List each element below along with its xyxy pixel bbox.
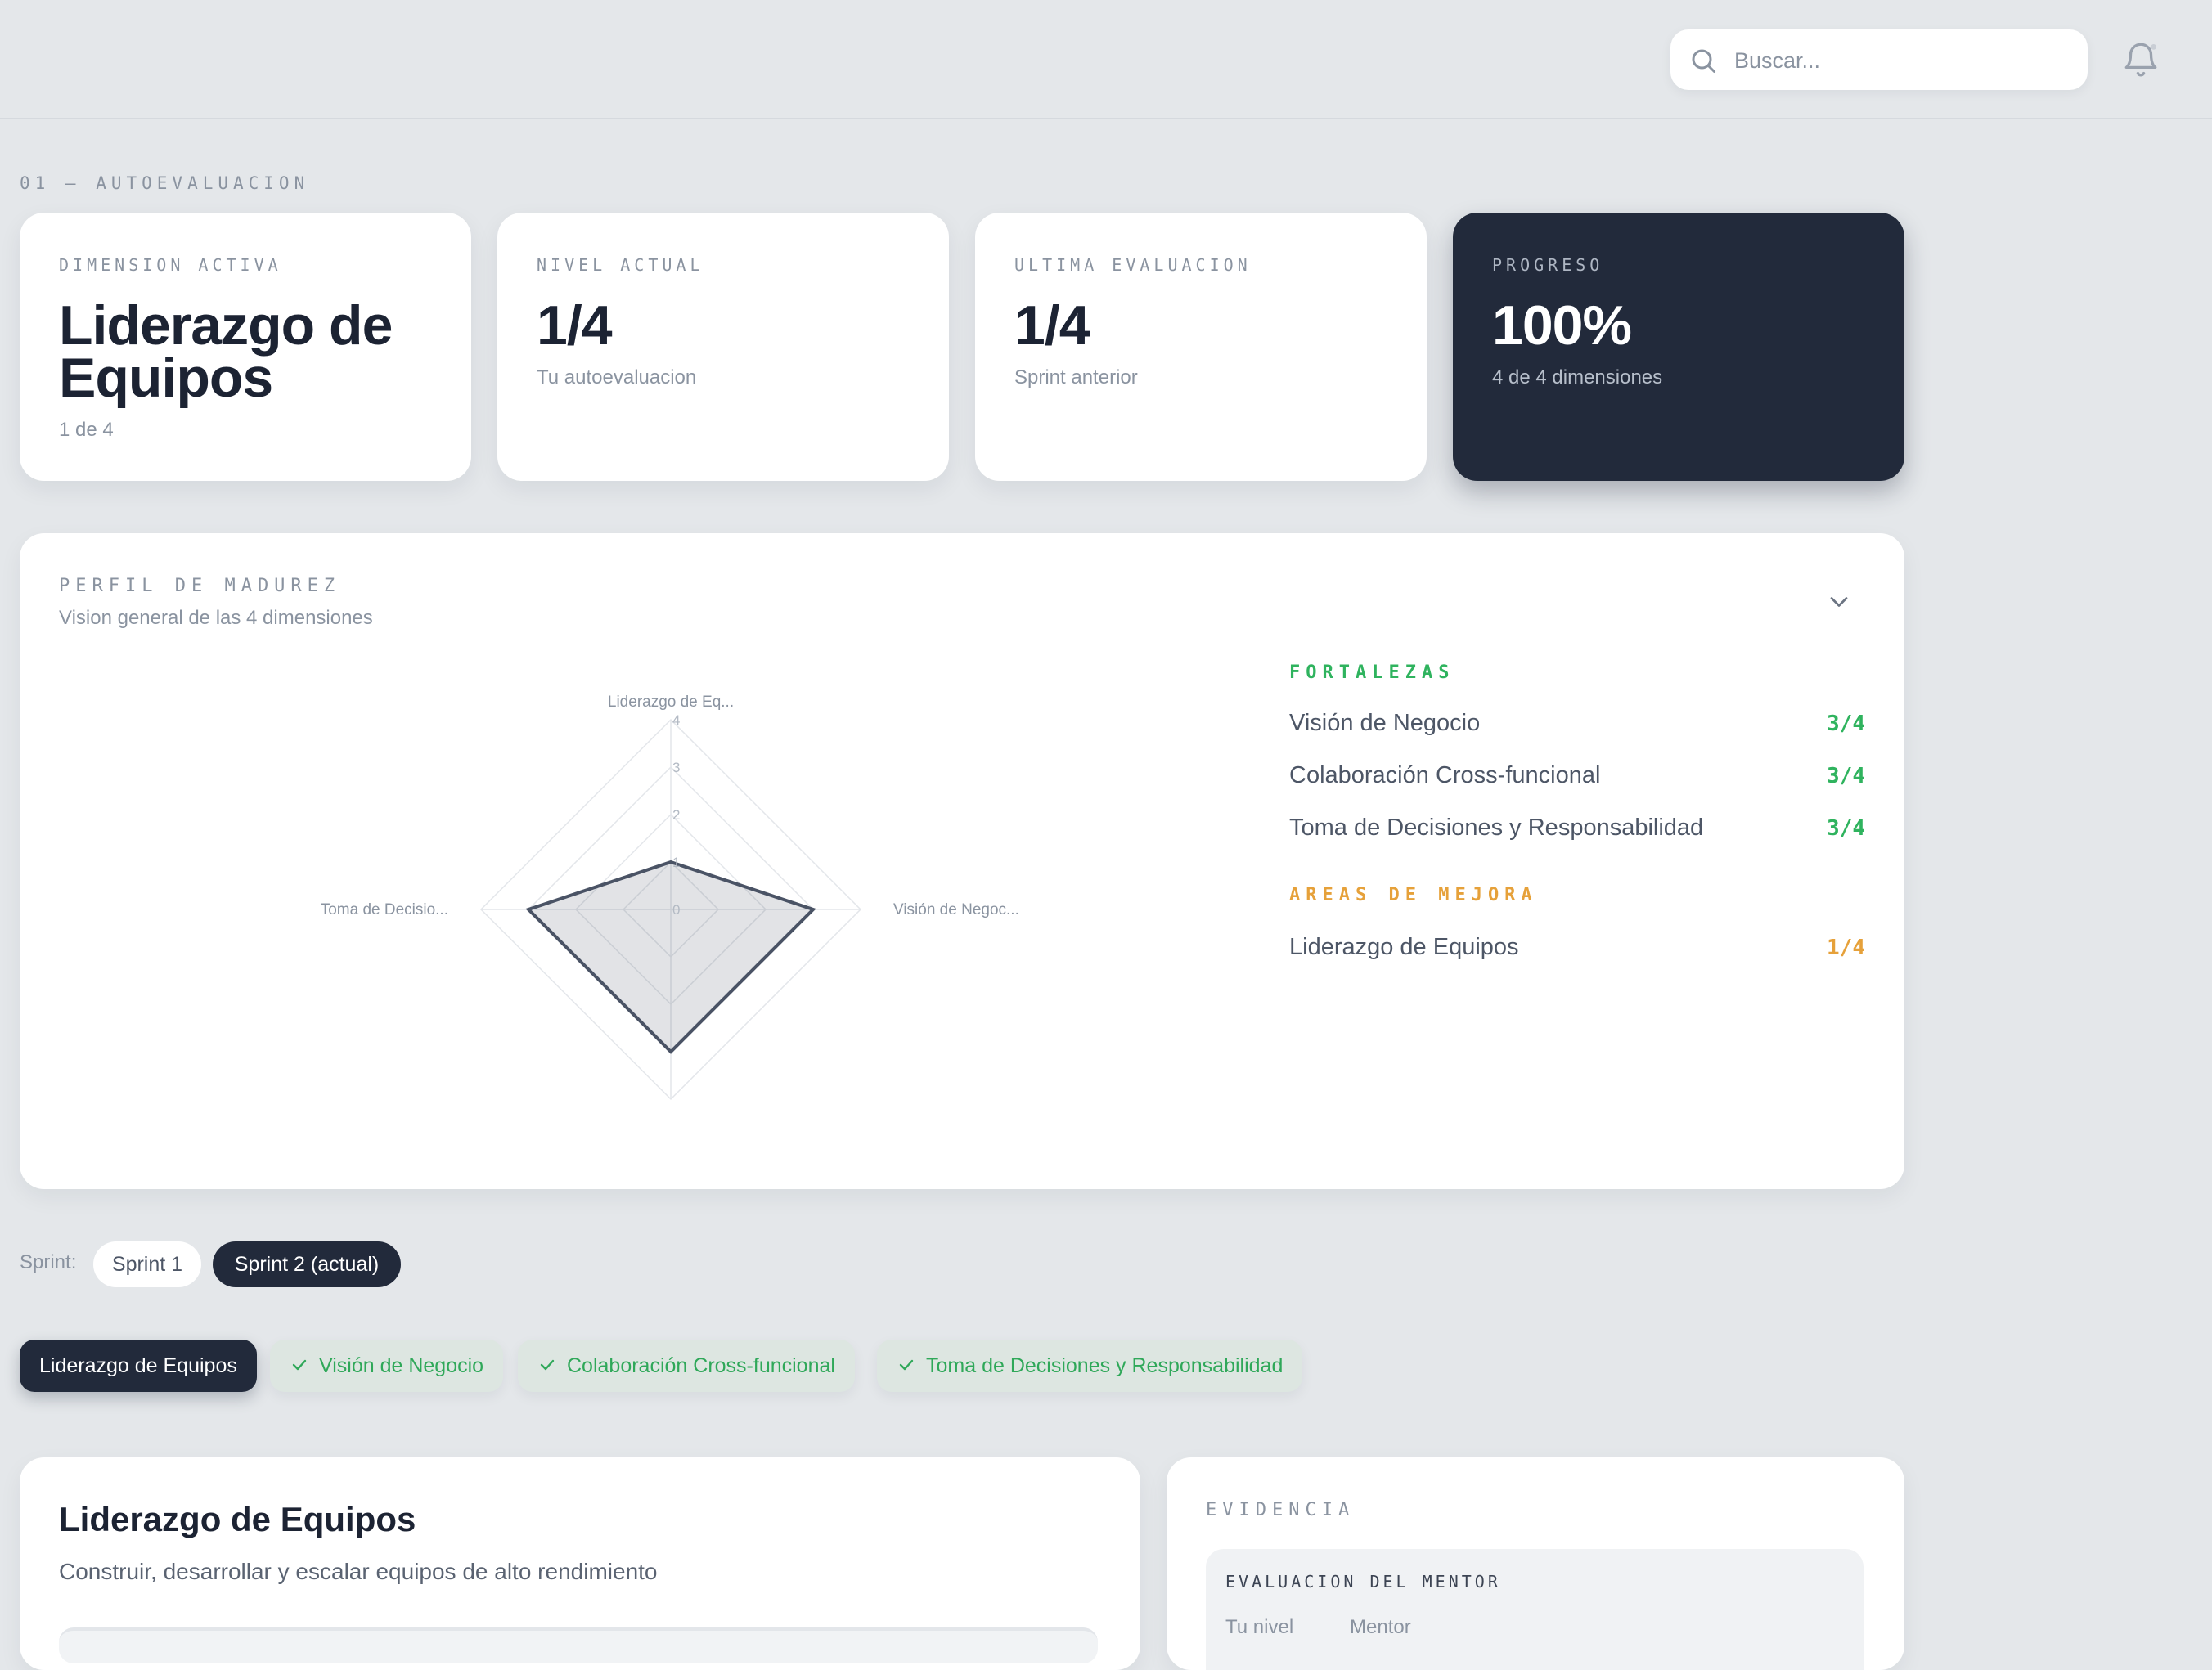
strengths-title: FORTALEZAS <box>1289 662 1455 683</box>
sprint-2-button[interactable]: Sprint 2 (actual) <box>213 1241 401 1287</box>
strength-score: 3/4 <box>1827 712 1865 736</box>
mentor-evaluation-box: EVALUACION DEL MENTOR Tu nivel Mentor <box>1206 1549 1864 1670</box>
tab-label: Colaboración Cross-funcional <box>567 1354 835 1377</box>
stat-value: 100% <box>1492 294 1632 357</box>
radar-chart: 0 1 2 3 4Liderazgo de Eq... Visión de Negoc..… <box>321 694 1019 1101</box>
dimension-title: Liderazgo de Equipos <box>59 1500 416 1538</box>
sprint-label: Sprint: <box>20 1251 77 1273</box>
maturity-profile-panel: PERFIL DE MADUREZ Vision general de las … <box>20 533 1904 1189</box>
stat-label: ULTIMA EVALUACION <box>1014 255 1252 275</box>
tab-toma-de-decisiones[interactable]: Toma de Decisiones y Responsabilidad <box>877 1340 1303 1392</box>
check-icon <box>540 1359 555 1371</box>
stat-card-active-dimension: DIMENSION ACTIVA Liderazgo de Equipos 1 … <box>20 213 471 481</box>
strength-score: 3/4 <box>1827 764 1865 788</box>
stat-card-progress: PROGRESO 100% 4 de 4 dimensiones <box>1453 213 1904 481</box>
strength-item: Toma de Decisiones y Responsabilidad 3/4 <box>1289 815 1865 847</box>
search-box[interactable] <box>1670 29 2088 92</box>
radar-tick-label: 0 <box>672 902 680 918</box>
check-icon <box>292 1359 307 1371</box>
radar-tick-label: 3 <box>672 760 680 775</box>
stat-subtext: Sprint anterior <box>1014 366 1138 388</box>
tab-vision-de-negocio[interactable]: Visión de Negocio <box>270 1340 504 1392</box>
radar-tick-label: 2 <box>672 807 680 823</box>
stat-card-current-level: NIVEL ACTUAL 1/4 Tu autoevaluacion <box>497 213 949 481</box>
strength-item: Colaboración Cross-funcional 3/4 <box>1289 762 1865 795</box>
improvement-item: Liderazgo de Equipos 1/4 <box>1289 934 1865 967</box>
stat-subtext: 4 de 4 dimensiones <box>1492 366 1663 388</box>
chevron-down-icon[interactable] <box>1824 587 1854 617</box>
stat-value: 1/4 <box>1014 294 1090 357</box>
mentor-evaluation-title: EVALUACION DEL MENTOR <box>1225 1572 1501 1591</box>
stat-value: Liderazgo de Equipos <box>59 294 393 409</box>
tab-label: Liderazgo de Equipos <box>39 1354 237 1377</box>
stat-label: DIMENSION ACTIVA <box>59 255 282 275</box>
section-label: 01 — AUTOEVALUACION <box>20 173 310 193</box>
bell-icon[interactable] <box>2120 39 2161 80</box>
radar-axis-label: Liderazgo de Eq... <box>608 694 734 711</box>
strength-name: Toma de Decisiones y Responsabilidad <box>1289 815 1704 841</box>
tab-colaboracion-cross-funcional[interactable]: Colaboración Cross-funcional <box>518 1340 855 1392</box>
panel-title: PERFIL DE MADUREZ <box>59 576 341 596</box>
stat-label: NIVEL ACTUAL <box>537 255 704 275</box>
improvement-title: AREAS DE MEJORA <box>1289 885 1538 905</box>
strength-name: Visión de Negocio <box>1289 710 1481 736</box>
dimension-detail-card: Liderazgo de Equipos Construir, desarrol… <box>20 1457 1140 1670</box>
improvement-name: Liderazgo de Equipos <box>1289 934 1519 960</box>
tab-liderazgo-de-equipos[interactable]: Liderazgo de Equipos <box>20 1340 257 1392</box>
dimension-level-selector[interactable] <box>59 1627 1098 1663</box>
stat-subtext: 1 de 4 <box>59 419 114 441</box>
radar-tick-label: 4 <box>672 712 680 728</box>
strength-name: Colaboración Cross-funcional <box>1289 762 1601 788</box>
evidence-title: EVIDENCIA <box>1206 1500 1356 1520</box>
strength-score: 3/4 <box>1827 816 1865 841</box>
panel-subtitle: Vision general de las 4 dimensiones <box>59 607 373 629</box>
top-bar <box>0 0 2212 119</box>
evidence-card: EVIDENCIA EVALUACION DEL MENTOR Tu nivel… <box>1167 1457 1904 1670</box>
search-input[interactable] <box>1733 29 2071 92</box>
stat-label: PROGRESO <box>1492 255 1604 275</box>
radar-tick-label: 1 <box>672 855 680 870</box>
stat-value: 1/4 <box>537 294 613 357</box>
check-icon <box>899 1359 914 1371</box>
tab-label: Visión de Negocio <box>319 1354 484 1377</box>
radar-axis-label: Toma de Decisio... <box>321 901 448 918</box>
sprint-1-button[interactable]: Sprint 1 <box>93 1241 201 1287</box>
improvement-score: 1/4 <box>1827 936 1865 960</box>
search-icon <box>1692 49 1715 73</box>
stat-card-last-evaluation: ULTIMA EVALUACION 1/4 Sprint anterior <box>975 213 1427 481</box>
strength-item: Visión de Negocio 3/4 <box>1289 710 1865 743</box>
radar-axis-label: Visión de Negoc... <box>893 901 1019 918</box>
tab-label: Toma de Decisiones y Responsabilidad <box>926 1354 1284 1377</box>
radar-series-polygon <box>525 860 816 1054</box>
stat-subtext: Tu autoevaluacion <box>537 366 697 388</box>
dimension-description: Construir, desarrollar y escalar equipos… <box>59 1559 658 1584</box>
